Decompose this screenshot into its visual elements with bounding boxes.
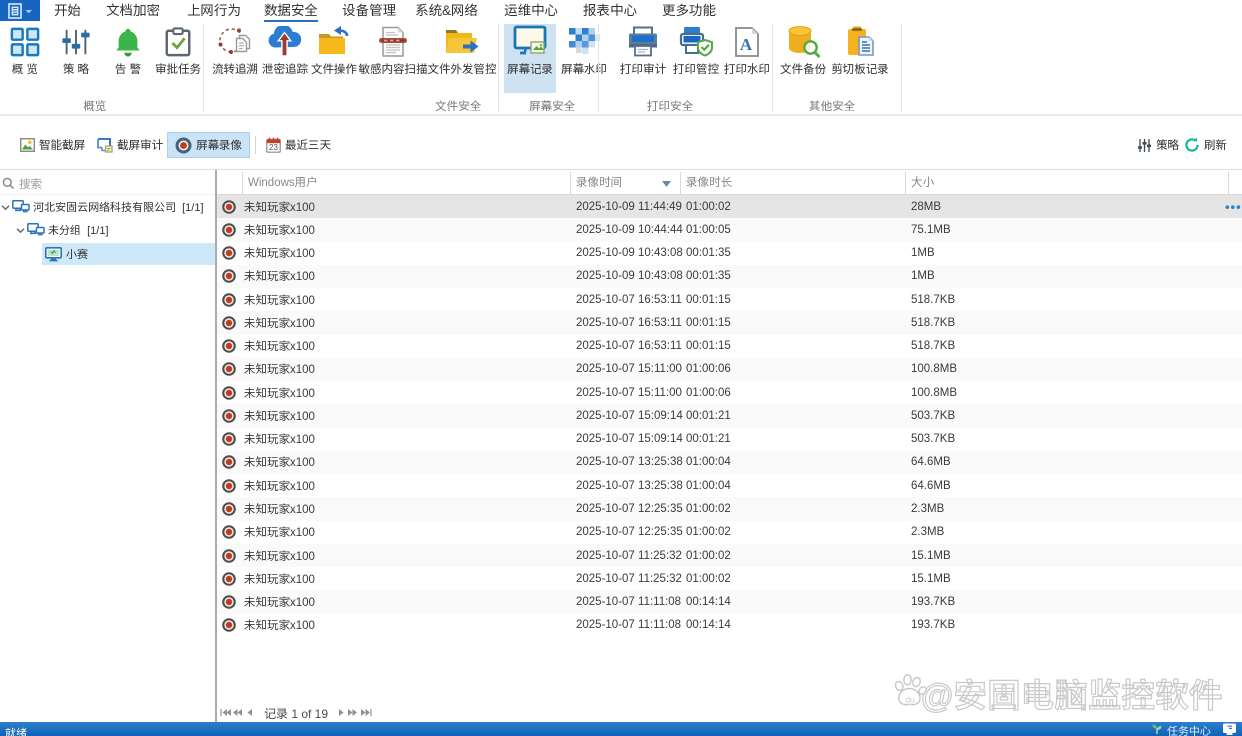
svg-text:23: 23 [269, 143, 278, 152]
svg-text:du: du [905, 695, 915, 705]
svg-text:A: A [740, 35, 753, 54]
